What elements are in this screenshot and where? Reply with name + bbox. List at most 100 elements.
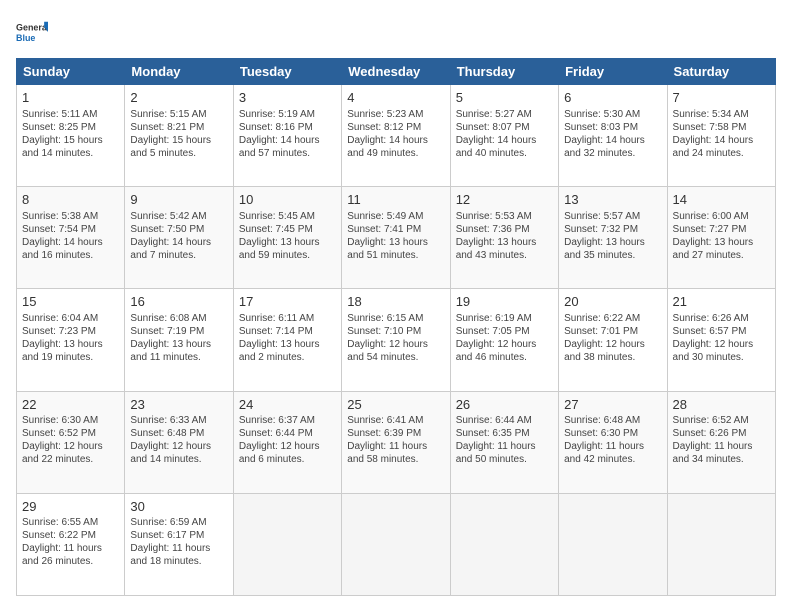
calendar-week-row: 8Sunrise: 5:38 AM Sunset: 7:54 PM Daylig…	[17, 187, 776, 289]
day-number: 6	[564, 89, 661, 107]
day-info: Sunrise: 6:00 AM Sunset: 7:27 PM Dayligh…	[673, 210, 770, 262]
day-info: Sunrise: 6:37 AM Sunset: 6:44 PM Dayligh…	[239, 414, 336, 466]
calendar-cell: 11Sunrise: 5:49 AM Sunset: 7:41 PM Dayli…	[342, 187, 450, 289]
day-number: 17	[239, 293, 336, 311]
day-number: 27	[564, 396, 661, 414]
calendar-cell: 25Sunrise: 6:41 AM Sunset: 6:39 PM Dayli…	[342, 391, 450, 493]
calendar-cell: 13Sunrise: 5:57 AM Sunset: 7:32 PM Dayli…	[559, 187, 667, 289]
calendar-cell: 2Sunrise: 5:15 AM Sunset: 8:21 PM Daylig…	[125, 85, 233, 187]
calendar-cell: 17Sunrise: 6:11 AM Sunset: 7:14 PM Dayli…	[233, 289, 341, 391]
calendar-cell: 24Sunrise: 6:37 AM Sunset: 6:44 PM Dayli…	[233, 391, 341, 493]
calendar-cell	[342, 493, 450, 595]
day-info: Sunrise: 5:27 AM Sunset: 8:07 PM Dayligh…	[456, 108, 553, 160]
calendar-week-row: 22Sunrise: 6:30 AM Sunset: 6:52 PM Dayli…	[17, 391, 776, 493]
calendar-cell: 1Sunrise: 5:11 AM Sunset: 8:25 PM Daylig…	[17, 85, 125, 187]
calendar-day-header: Tuesday	[233, 59, 341, 85]
calendar-cell: 20Sunrise: 6:22 AM Sunset: 7:01 PM Dayli…	[559, 289, 667, 391]
day-info: Sunrise: 6:48 AM Sunset: 6:30 PM Dayligh…	[564, 414, 661, 466]
svg-text:Blue: Blue	[16, 33, 35, 43]
calendar-cell: 16Sunrise: 6:08 AM Sunset: 7:19 PM Dayli…	[125, 289, 233, 391]
calendar-header-row: SundayMondayTuesdayWednesdayThursdayFrid…	[17, 59, 776, 85]
calendar-day-header: Monday	[125, 59, 233, 85]
logo: General Blue	[16, 16, 48, 48]
calendar-cell: 12Sunrise: 5:53 AM Sunset: 7:36 PM Dayli…	[450, 187, 558, 289]
calendar-cell: 9Sunrise: 5:42 AM Sunset: 7:50 PM Daylig…	[125, 187, 233, 289]
day-number: 11	[347, 191, 444, 209]
day-number: 15	[22, 293, 119, 311]
calendar-cell: 6Sunrise: 5:30 AM Sunset: 8:03 PM Daylig…	[559, 85, 667, 187]
calendar-cell: 26Sunrise: 6:44 AM Sunset: 6:35 PM Dayli…	[450, 391, 558, 493]
day-info: Sunrise: 6:04 AM Sunset: 7:23 PM Dayligh…	[22, 312, 119, 364]
day-number: 9	[130, 191, 227, 209]
day-info: Sunrise: 6:22 AM Sunset: 7:01 PM Dayligh…	[564, 312, 661, 364]
day-number: 28	[673, 396, 770, 414]
calendar-day-header: Friday	[559, 59, 667, 85]
calendar-cell: 21Sunrise: 6:26 AM Sunset: 6:57 PM Dayli…	[667, 289, 775, 391]
calendar-cell: 27Sunrise: 6:48 AM Sunset: 6:30 PM Dayli…	[559, 391, 667, 493]
day-number: 20	[564, 293, 661, 311]
calendar-day-header: Saturday	[667, 59, 775, 85]
day-info: Sunrise: 6:33 AM Sunset: 6:48 PM Dayligh…	[130, 414, 227, 466]
day-info: Sunrise: 5:45 AM Sunset: 7:45 PM Dayligh…	[239, 210, 336, 262]
calendar-cell: 7Sunrise: 5:34 AM Sunset: 7:58 PM Daylig…	[667, 85, 775, 187]
day-number: 29	[22, 498, 119, 516]
calendar-cell: 19Sunrise: 6:19 AM Sunset: 7:05 PM Dayli…	[450, 289, 558, 391]
calendar-cell	[667, 493, 775, 595]
calendar-day-header: Thursday	[450, 59, 558, 85]
calendar-cell: 8Sunrise: 5:38 AM Sunset: 7:54 PM Daylig…	[17, 187, 125, 289]
day-number: 18	[347, 293, 444, 311]
logo-svg: General Blue	[16, 16, 48, 48]
day-info: Sunrise: 5:53 AM Sunset: 7:36 PM Dayligh…	[456, 210, 553, 262]
calendar-cell: 30Sunrise: 6:59 AM Sunset: 6:17 PM Dayli…	[125, 493, 233, 595]
day-info: Sunrise: 5:38 AM Sunset: 7:54 PM Dayligh…	[22, 210, 119, 262]
day-number: 7	[673, 89, 770, 107]
calendar-cell: 29Sunrise: 6:55 AM Sunset: 6:22 PM Dayli…	[17, 493, 125, 595]
calendar-cell: 5Sunrise: 5:27 AM Sunset: 8:07 PM Daylig…	[450, 85, 558, 187]
calendar-day-header: Sunday	[17, 59, 125, 85]
day-info: Sunrise: 6:15 AM Sunset: 7:10 PM Dayligh…	[347, 312, 444, 364]
day-info: Sunrise: 5:23 AM Sunset: 8:12 PM Dayligh…	[347, 108, 444, 160]
calendar-cell: 3Sunrise: 5:19 AM Sunset: 8:16 PM Daylig…	[233, 85, 341, 187]
day-number: 22	[22, 396, 119, 414]
calendar-cell	[450, 493, 558, 595]
day-number: 26	[456, 396, 553, 414]
day-number: 5	[456, 89, 553, 107]
day-number: 8	[22, 191, 119, 209]
calendar-cell	[233, 493, 341, 595]
day-info: Sunrise: 6:26 AM Sunset: 6:57 PM Dayligh…	[673, 312, 770, 364]
day-number: 10	[239, 191, 336, 209]
day-info: Sunrise: 5:34 AM Sunset: 7:58 PM Dayligh…	[673, 108, 770, 160]
calendar-week-row: 29Sunrise: 6:55 AM Sunset: 6:22 PM Dayli…	[17, 493, 776, 595]
day-info: Sunrise: 6:19 AM Sunset: 7:05 PM Dayligh…	[456, 312, 553, 364]
day-number: 4	[347, 89, 444, 107]
svg-text:General: General	[16, 23, 48, 33]
day-info: Sunrise: 6:59 AM Sunset: 6:17 PM Dayligh…	[130, 516, 227, 568]
day-number: 21	[673, 293, 770, 311]
day-number: 1	[22, 89, 119, 107]
day-info: Sunrise: 6:41 AM Sunset: 6:39 PM Dayligh…	[347, 414, 444, 466]
day-number: 12	[456, 191, 553, 209]
day-info: Sunrise: 5:15 AM Sunset: 8:21 PM Dayligh…	[130, 108, 227, 160]
day-number: 3	[239, 89, 336, 107]
day-info: Sunrise: 5:19 AM Sunset: 8:16 PM Dayligh…	[239, 108, 336, 160]
day-number: 2	[130, 89, 227, 107]
day-number: 13	[564, 191, 661, 209]
day-number: 25	[347, 396, 444, 414]
day-info: Sunrise: 5:30 AM Sunset: 8:03 PM Dayligh…	[564, 108, 661, 160]
day-info: Sunrise: 5:42 AM Sunset: 7:50 PM Dayligh…	[130, 210, 227, 262]
calendar-table: SundayMondayTuesdayWednesdayThursdayFrid…	[16, 58, 776, 596]
day-info: Sunrise: 6:08 AM Sunset: 7:19 PM Dayligh…	[130, 312, 227, 364]
calendar-week-row: 15Sunrise: 6:04 AM Sunset: 7:23 PM Dayli…	[17, 289, 776, 391]
day-info: Sunrise: 6:52 AM Sunset: 6:26 PM Dayligh…	[673, 414, 770, 466]
day-info: Sunrise: 6:44 AM Sunset: 6:35 PM Dayligh…	[456, 414, 553, 466]
day-number: 24	[239, 396, 336, 414]
calendar-cell: 18Sunrise: 6:15 AM Sunset: 7:10 PM Dayli…	[342, 289, 450, 391]
calendar-cell: 23Sunrise: 6:33 AM Sunset: 6:48 PM Dayli…	[125, 391, 233, 493]
day-number: 30	[130, 498, 227, 516]
calendar-cell: 28Sunrise: 6:52 AM Sunset: 6:26 PM Dayli…	[667, 391, 775, 493]
day-info: Sunrise: 6:11 AM Sunset: 7:14 PM Dayligh…	[239, 312, 336, 364]
day-info: Sunrise: 6:30 AM Sunset: 6:52 PM Dayligh…	[22, 414, 119, 466]
day-info: Sunrise: 6:55 AM Sunset: 6:22 PM Dayligh…	[22, 516, 119, 568]
page-header: General Blue	[16, 16, 776, 48]
calendar-cell: 4Sunrise: 5:23 AM Sunset: 8:12 PM Daylig…	[342, 85, 450, 187]
